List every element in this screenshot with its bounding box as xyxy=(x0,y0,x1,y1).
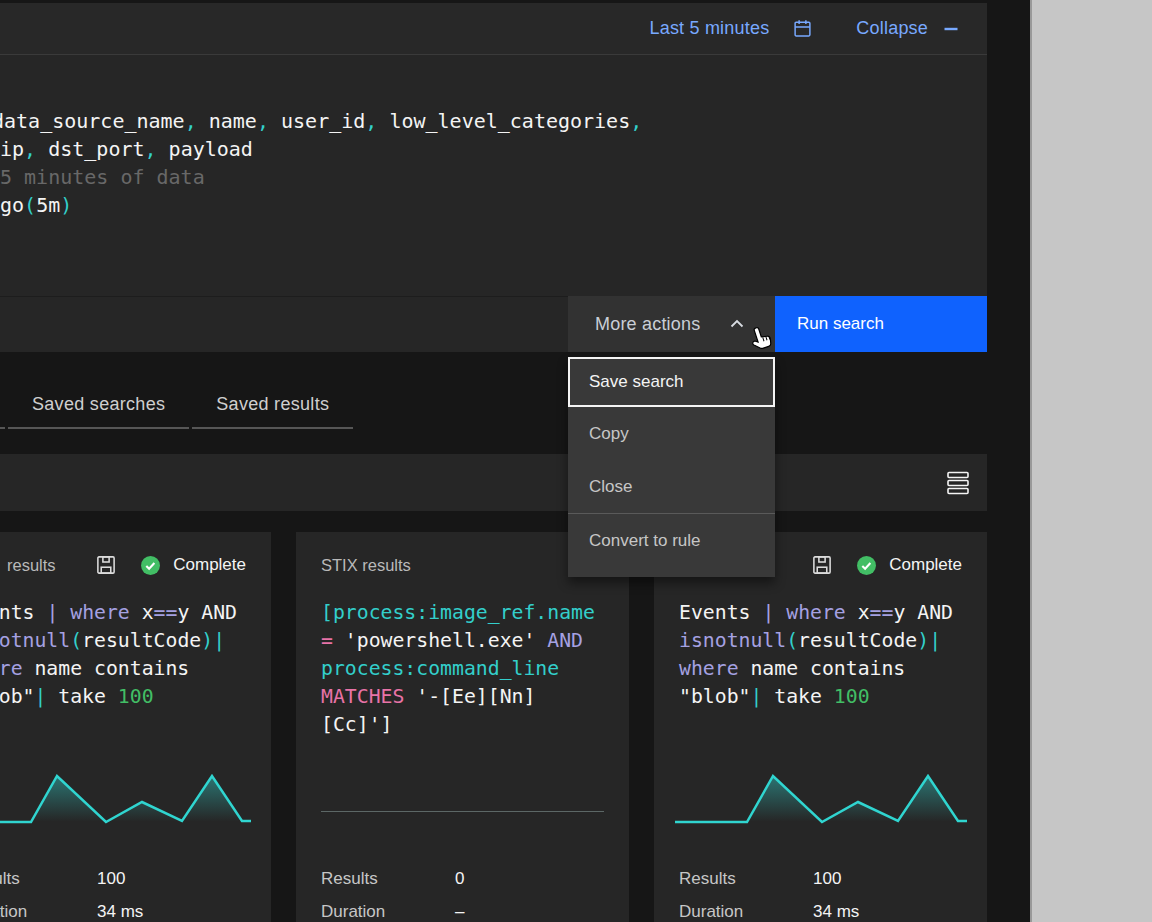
card-status: Complete xyxy=(812,555,962,576)
results-sparkline xyxy=(675,769,967,824)
card-code: Events | where x==y ANDisnotnull(resultC… xyxy=(0,599,246,711)
collapse-label: Collapse xyxy=(856,18,928,39)
code-line: data_source_name, name, user_id, low_lev… xyxy=(0,107,987,135)
results-card: STIX results [process:image_ref.name= 'po… xyxy=(296,532,629,922)
results-sparkline xyxy=(0,769,251,824)
stat-row: Duration34 ms xyxy=(0,895,246,922)
card-code: [process:image_ref.name= 'powershell.exe… xyxy=(321,599,604,739)
action-bar-spacer xyxy=(0,296,568,352)
menu-item-label: Close xyxy=(589,477,632,497)
tab-label: Saved results xyxy=(216,394,329,415)
search-action-bar: More actions Run search xyxy=(0,296,987,352)
calendar-icon xyxy=(793,19,812,38)
card-code: Events | where x==y ANDisnotnull(resultC… xyxy=(679,599,962,711)
code-line: MATCHES '-[Ee][Nn] xyxy=(321,683,604,711)
code-line: "blob"| take 100 xyxy=(679,683,962,711)
stat-value: 100 xyxy=(97,869,125,889)
stat-row: Results100 xyxy=(0,862,246,895)
run-search-label: Run search xyxy=(797,314,884,334)
card-stats: Results100Duration34 ms xyxy=(0,862,246,922)
minus-icon xyxy=(944,21,958,37)
complete-check-icon xyxy=(856,555,877,576)
stat-value: 34 ms xyxy=(97,902,143,922)
stat-row: Duration– xyxy=(321,895,604,922)
stat-label: Results xyxy=(0,869,97,889)
stat-value: 34 ms xyxy=(813,902,859,922)
results-toolbar xyxy=(0,454,987,511)
save-icon[interactable] xyxy=(812,555,832,575)
code-line: = 'powershell.exe' AND xyxy=(321,627,604,655)
menu-item-label: Convert to rule xyxy=(589,531,701,551)
time-range-bar: Last 5 minutes Collapse xyxy=(0,3,987,55)
saved-tabs: Saved searches Saved results xyxy=(0,381,987,429)
results-card: results Complete Events | where x==y ANDis… xyxy=(0,532,271,922)
card-stats: Results0Duration– xyxy=(321,862,604,922)
code-line: go(5m) xyxy=(0,191,987,219)
menu-item-copy[interactable]: Copy xyxy=(568,407,775,460)
stat-label: Duration xyxy=(0,902,97,922)
results-card: Complete Events | where x==y ANDisnotnull… xyxy=(654,532,987,922)
rows-icon[interactable] xyxy=(947,471,969,495)
menu-item-close[interactable]: Close xyxy=(568,460,775,513)
menu-item-label: Save search xyxy=(589,372,684,392)
menu-item-label: Copy xyxy=(589,424,629,444)
code-line: isnotnull(resultCode)| xyxy=(0,627,246,655)
code-line: isnotnull(resultCode)| xyxy=(679,627,962,655)
time-range-label: Last 5 minutes xyxy=(649,18,769,39)
more-actions-label: More actions xyxy=(595,314,728,335)
card-header: STIX results xyxy=(321,552,604,578)
code-line: where name contains xyxy=(0,655,246,683)
card-divider xyxy=(321,811,604,812)
more-actions-menu: Save search Copy Close Convert to rule xyxy=(568,357,775,577)
app-window: Last 5 minutes Collapse data_source_name… xyxy=(0,0,987,922)
save-icon[interactable] xyxy=(96,555,116,575)
tab-saved-results[interactable]: Saved results xyxy=(192,381,353,429)
complete-check-icon xyxy=(140,555,161,576)
tab-label: Saved searches xyxy=(32,394,165,415)
collapse-button[interactable]: Collapse xyxy=(856,18,958,39)
code-line: process:command_line xyxy=(321,655,604,683)
code-line: where name contains xyxy=(679,655,962,683)
stat-label: Results xyxy=(321,869,455,889)
status-label: Complete xyxy=(889,555,962,575)
chevron-up-icon xyxy=(728,315,746,333)
stat-label: Duration xyxy=(321,902,455,922)
card-title: STIX results xyxy=(321,556,604,575)
code-line: Events | where x==y AND xyxy=(0,599,246,627)
card-header: results Complete xyxy=(0,552,246,578)
card-title: results xyxy=(7,556,96,575)
code-line: 5 minutes of data xyxy=(0,163,987,191)
menu-item-convert-to-rule[interactable]: Convert to rule xyxy=(568,514,775,567)
time-range-button[interactable]: Last 5 minutes xyxy=(649,18,812,39)
stat-row: Results0 xyxy=(321,862,604,895)
results-cards: resultsCompleteEvents | where x==y ANDis… xyxy=(0,532,987,922)
stat-value: 0 xyxy=(455,869,464,889)
saved-tabs-zone: Saved searches Saved results xyxy=(0,352,987,454)
stat-value: 100 xyxy=(813,869,841,889)
code-line: ip, dst_port, payload xyxy=(0,135,987,163)
stat-label: Results xyxy=(679,869,813,889)
card-status: Complete xyxy=(96,555,246,576)
code-line: [process:image_ref.name xyxy=(321,599,604,627)
code-line: Events | where x==y AND xyxy=(679,599,962,627)
cards-gap xyxy=(0,511,987,532)
menu-item-save-search[interactable]: Save search xyxy=(568,357,775,407)
tab-clipped-stub xyxy=(0,381,5,429)
tab-saved-searches[interactable]: Saved searches xyxy=(8,381,189,429)
cursor-pointer xyxy=(749,323,779,357)
stat-value: – xyxy=(455,902,464,922)
stat-row: Results100 xyxy=(679,862,962,895)
run-search-button[interactable]: Run search xyxy=(775,296,987,352)
card-stats: Results100Duration34 ms xyxy=(679,862,962,922)
more-actions-button[interactable]: More actions xyxy=(568,296,775,352)
stat-row: Duration34 ms xyxy=(679,895,962,922)
code-line: [Cc]'] xyxy=(321,711,604,739)
code-line: "blob"| take 100 xyxy=(0,683,246,711)
desktop-background xyxy=(1030,0,1152,922)
status-label: Complete xyxy=(173,555,246,575)
query-editor[interactable]: data_source_name, name, user_id, low_lev… xyxy=(0,55,987,296)
stat-label: Duration xyxy=(679,902,813,922)
